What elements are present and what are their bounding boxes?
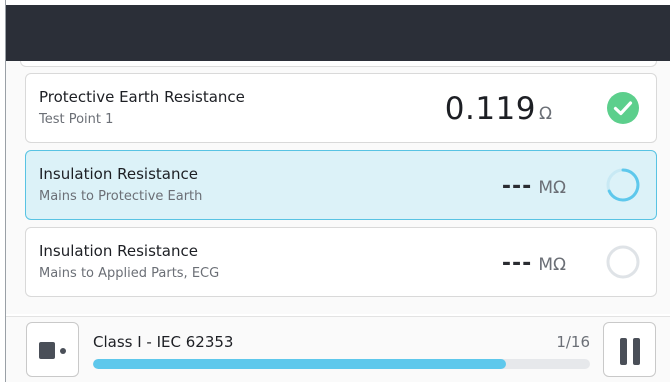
test-card-insulation-ap[interactable]: Insulation Resistance Mains to Applied P… [25, 227, 657, 297]
pause-icon [620, 338, 627, 365]
app-frame: Protective Earth Resistance Test Point 1… [0, 0, 670, 382]
pause-icon-bar [633, 338, 640, 365]
test-value: --- [501, 173, 533, 199]
test-unit: MΩ [538, 255, 566, 275]
test-unit: Ω [539, 104, 552, 124]
test-card-insulation-pe[interactable]: Insulation Resistance Mains to Protectiv… [25, 150, 657, 220]
test-subtitle: Test Point 1 [39, 112, 114, 127]
top-bar [6, 5, 670, 61]
test-title: Insulation Resistance [39, 165, 198, 183]
stop-icon-dot [60, 348, 66, 354]
step-counter: 1/16 [556, 333, 590, 351]
pause-button[interactable] [603, 322, 656, 377]
test-result: --- MΩ [502, 228, 566, 298]
stop-button[interactable] [26, 322, 79, 377]
test-subtitle: Mains to Protective Earth [39, 189, 203, 204]
spinner-icon [606, 168, 640, 202]
test-result: 0.119 Ω [445, 74, 552, 144]
test-card-protective-earth[interactable]: Protective Earth Resistance Test Point 1… [25, 73, 657, 143]
test-title: Protective Earth Resistance [39, 88, 245, 106]
stop-icon [39, 342, 55, 359]
test-subtitle: Mains to Applied Parts, ECG [39, 266, 220, 281]
empty-circle-icon [606, 245, 640, 279]
sequence-progress-bar [93, 359, 590, 369]
test-unit: MΩ [538, 178, 566, 198]
previous-card-edge [20, 61, 657, 67]
check-circle-icon [607, 92, 639, 124]
test-value: --- [501, 250, 533, 276]
test-value: 0.119 [444, 91, 536, 127]
progress-fill [93, 359, 506, 369]
test-result: --- MΩ [502, 151, 566, 221]
test-title: Insulation Resistance [39, 242, 198, 260]
sequence-name: Class I - IEC 62353 [93, 333, 234, 351]
